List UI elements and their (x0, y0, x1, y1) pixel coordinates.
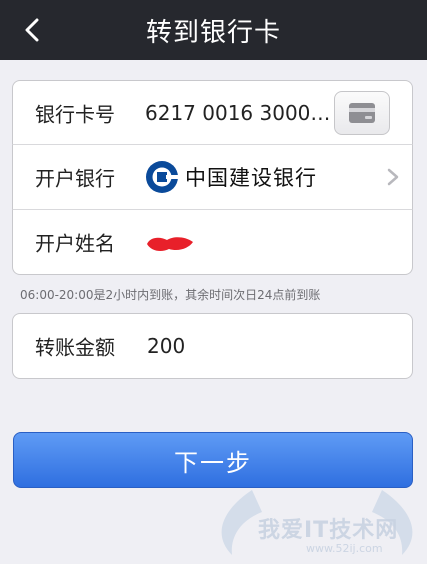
watermark-url: www.52ij.com (306, 542, 383, 555)
card-number-row[interactable]: 银行卡号 6217 0016 3000… (12, 80, 413, 145)
bank-label: 开户银行 (35, 166, 115, 191)
account-name-row: 开户姓名 (12, 209, 413, 275)
watermark-text: 我爱IT技术网 (258, 518, 399, 543)
nav-bar: 转到银行卡 (0, 0, 427, 60)
credit-card-icon (349, 103, 375, 123)
page-title: 转到银行卡 (145, 17, 281, 48)
amount-label: 转账金额 (35, 335, 115, 360)
card-number-label: 银行卡号 (35, 102, 115, 126)
back-button[interactable] (18, 16, 46, 44)
ccb-logo-icon (146, 161, 179, 193)
select-card-button[interactable] (334, 91, 390, 135)
bank-name: 中国建设银行 (185, 166, 317, 190)
arrival-time-note: 06:00-20:00是2小时内到账，其余时间次日24点前到账 (20, 288, 321, 302)
bank-row[interactable]: 开户银行 中国建设银行 (12, 144, 413, 210)
bank-selector[interactable]: 中国建设银行 (145, 160, 317, 194)
chevron-right-icon (387, 168, 399, 186)
account-name-label: 开户姓名 (35, 231, 115, 256)
amount-row[interactable]: 转账金额 200 (12, 313, 413, 379)
chevron-left-icon (25, 18, 39, 42)
next-step-button[interactable]: 下一步 (13, 432, 413, 488)
redaction-mark (147, 237, 193, 252)
card-number-input[interactable]: 6217 0016 3000… (145, 101, 330, 125)
amount-input[interactable]: 200 (147, 334, 185, 358)
